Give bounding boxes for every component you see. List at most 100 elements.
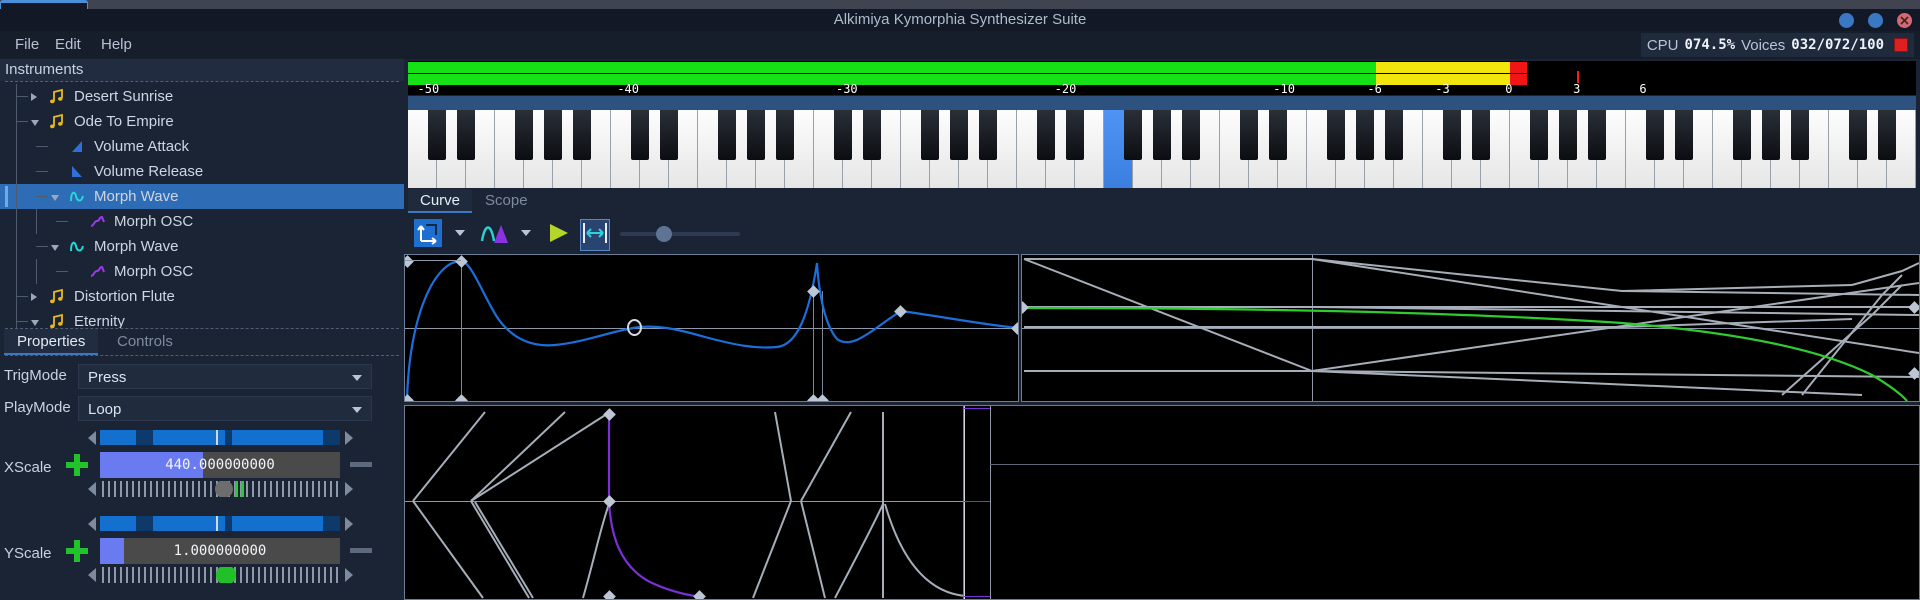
black-key[interactable]: [718, 110, 736, 160]
maximize-icon[interactable]: [1868, 12, 1883, 28]
black-key[interactable]: [1240, 110, 1258, 160]
curve-shape-dropdown-chevron-down-icon[interactable]: [521, 230, 531, 236]
tree-item-ode-to-empire[interactable]: Ode To Empire: [0, 109, 404, 134]
control-point-selected[interactable]: [627, 319, 642, 336]
black-key[interactable]: [1182, 110, 1200, 160]
yscale-value-slider[interactable]: 1.000000000: [100, 538, 340, 564]
black-key[interactable]: [1646, 110, 1664, 160]
black-key[interactable]: [1443, 110, 1461, 160]
tree-twisty-open-icon[interactable]: [51, 195, 59, 201]
graph-overlay-bottom-right[interactable]: [963, 405, 1920, 600]
black-key[interactable]: [1269, 110, 1287, 160]
zoom-slider-knob[interactable]: [656, 226, 672, 242]
black-key[interactable]: [1733, 110, 1751, 160]
xscale-value-slider[interactable]: 440.000000000: [100, 452, 340, 478]
curve-editor-canvas[interactable]: [404, 254, 1920, 600]
tab-curve[interactable]: Curve: [408, 189, 473, 213]
tree-item-morph-osc[interactable]: Morph OSC: [0, 259, 404, 284]
graph-overlay-bottom-left[interactable]: [404, 405, 1011, 600]
black-key[interactable]: [834, 110, 852, 160]
yscale-fine-left-arrow[interactable]: [88, 568, 96, 582]
instrument-tree[interactable]: Desert Sunrise Ode To Empire Volume Attack…: [0, 82, 404, 328]
move-points-dropdown-chevron-down-icon[interactable]: [455, 230, 465, 236]
yscale-coarse-slider[interactable]: [100, 516, 340, 531]
xscale-fine-left-arrow[interactable]: [88, 482, 96, 496]
black-key[interactable]: [1530, 110, 1548, 160]
black-key[interactable]: [544, 110, 562, 160]
black-key[interactable]: [921, 110, 939, 160]
xscale-fine-right-arrow[interactable]: [345, 482, 353, 496]
black-key[interactable]: [1878, 110, 1896, 160]
minimize-icon[interactable]: [1839, 12, 1854, 28]
xscale-coarse-left-arrow[interactable]: [88, 431, 96, 445]
move-points-icon[interactable]: [414, 219, 442, 251]
keyboard-keys[interactable]: [408, 110, 1916, 188]
black-key[interactable]: [1762, 110, 1780, 160]
yscale-decrement-button[interactable]: [350, 548, 372, 553]
black-key[interactable]: [631, 110, 649, 160]
tree-item-eternity[interactable]: Eternity: [0, 309, 404, 328]
yscale-coarse-right-arrow[interactable]: [345, 517, 353, 531]
tab-controls[interactable]: Controls: [104, 329, 186, 355]
black-key[interactable]: [1066, 110, 1084, 160]
xscale-fine-slider[interactable]: [100, 481, 340, 497]
menu-file[interactable]: File: [6, 31, 48, 59]
black-key[interactable]: [863, 110, 881, 160]
menu-help[interactable]: Help: [92, 31, 141, 59]
trigmode-select[interactable]: Press: [78, 364, 372, 389]
black-key[interactable]: [776, 110, 794, 160]
tree-item-morph-osc[interactable]: Morph OSC: [0, 209, 404, 234]
xscale-coarse-right-arrow[interactable]: [345, 431, 353, 445]
tab-scope[interactable]: Scope: [473, 189, 540, 213]
keyboard-velocity-strip[interactable]: [408, 96, 1916, 110]
black-key[interactable]: [428, 110, 446, 160]
menu-edit[interactable]: Edit: [46, 31, 90, 59]
black-key[interactable]: [660, 110, 678, 160]
yscale-fine-slider[interactable]: [100, 567, 340, 583]
fit-width-icon[interactable]: [580, 219, 610, 251]
tree-twisty-open-icon[interactable]: [31, 120, 39, 126]
clip-indicator-icon[interactable]: [1894, 38, 1908, 52]
close-icon[interactable]: [1897, 12, 1912, 28]
black-key[interactable]: [1472, 110, 1490, 160]
tree-twisty-closed-icon[interactable]: [31, 93, 37, 101]
tree-item-morph-wave[interactable]: Morph Wave: [0, 234, 404, 259]
black-key[interactable]: [573, 110, 591, 160]
black-key[interactable]: [1849, 110, 1867, 160]
piano-keyboard[interactable]: [408, 96, 1916, 188]
black-key[interactable]: [1356, 110, 1374, 160]
black-key[interactable]: [1153, 110, 1171, 160]
tree-item-volume-release[interactable]: Volume Release: [0, 159, 404, 184]
black-key[interactable]: [1385, 110, 1403, 160]
black-key[interactable]: [747, 110, 765, 160]
graph-envelope-top-left[interactable]: [404, 254, 1019, 402]
black-key[interactable]: [515, 110, 533, 160]
yscale-increment-button[interactable]: [66, 540, 88, 562]
tree-item-volume-attack[interactable]: Volume Attack: [0, 134, 404, 159]
play-icon[interactable]: [546, 219, 572, 251]
black-key[interactable]: [1559, 110, 1577, 160]
window-tab-handle[interactable]: [0, 0, 88, 9]
level-meter[interactable]: -50 -40 -30 -20 -10 -6 -3 0 3 6: [408, 61, 1916, 96]
yscale-coarse-left-arrow[interactable]: [88, 517, 96, 531]
playmode-select[interactable]: Loop: [78, 396, 372, 421]
yscale-fine-right-arrow[interactable]: [345, 568, 353, 582]
graph-overlay-top-right[interactable]: [1021, 254, 1920, 402]
black-key[interactable]: [457, 110, 475, 160]
zoom-slider-track[interactable]: [620, 232, 740, 236]
black-key[interactable]: [1327, 110, 1345, 160]
tree-item-morph-wave[interactable]: Morph Wave: [0, 184, 404, 209]
curve-shape-icon[interactable]: [480, 219, 510, 251]
tab-properties[interactable]: Properties: [4, 329, 99, 355]
xscale-coarse-slider[interactable]: [100, 430, 340, 445]
black-key[interactable]: [1791, 110, 1809, 160]
black-key[interactable]: [1588, 110, 1606, 160]
black-key[interactable]: [1037, 110, 1055, 160]
tree-item-distortion-flute[interactable]: Distortion Flute: [0, 284, 404, 309]
black-key[interactable]: [1124, 110, 1142, 160]
xscale-decrement-button[interactable]: [350, 462, 372, 467]
tree-item-desert-sunrise[interactable]: Desert Sunrise: [0, 84, 404, 109]
tree-twisty-closed-icon[interactable]: [31, 293, 37, 301]
tree-twisty-open-icon[interactable]: [31, 320, 39, 326]
xscale-increment-button[interactable]: [66, 454, 88, 476]
